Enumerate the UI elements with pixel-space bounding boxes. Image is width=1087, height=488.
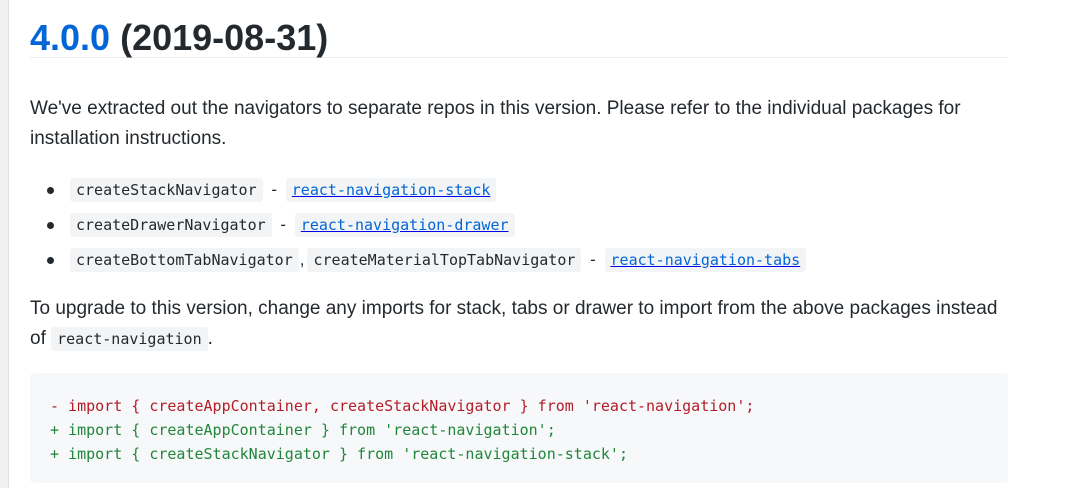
separator: - [590, 250, 596, 269]
blockquote-left-border [0, 0, 9, 488]
bullet-icon [47, 187, 54, 194]
navigator-code: createDrawerNavigator [70, 213, 272, 237]
package-list: createStackNavigator - react-navigation-… [30, 174, 807, 279]
package-link[interactable]: react-navigation-stack [285, 178, 497, 202]
bullet-icon [47, 257, 54, 264]
package-link[interactable]: react-navigation-tabs [604, 248, 807, 272]
upgrade-period: . [207, 328, 213, 349]
diff-line-removed: - import { createAppContainer, createSta… [50, 397, 755, 415]
version-link[interactable]: 4.0.0 [30, 17, 110, 58]
release-date: (2019-08-31) [120, 17, 329, 58]
package-code: react-navigation [51, 327, 208, 351]
separator: - [280, 215, 287, 234]
separator: - [271, 180, 278, 199]
release-notes: 4.0.0 (2019-08-31) We've extracted out t… [30, 0, 1008, 483]
package-link[interactable]: react-navigation-drawer [294, 213, 515, 237]
release-heading: 4.0.0 (2019-08-31) [30, 0, 1008, 58]
list-item: createStackNavigator - react-navigation-… [30, 174, 806, 209]
navigator-code: createMaterialTopTabNavigator [307, 248, 582, 272]
navigator-code: createBottomTabNavigator [70, 248, 299, 272]
diff-line-added: + import { createStackNavigator } from '… [50, 445, 628, 463]
list-item: createBottomTabNavigator, createMaterialT… [30, 244, 807, 279]
navigator-code: createStackNavigator [70, 178, 263, 202]
diff-line-added: + import { createAppContainer } from 're… [50, 421, 556, 439]
intro-paragraph: We've extracted out the navigators to se… [30, 98, 961, 149]
bullet-icon [47, 222, 54, 229]
diff-code-block: - import { createAppContainer, createSta… [30, 373, 1008, 483]
upgrade-paragraph: To upgrade to this version, change any i… [30, 294, 1008, 354]
list-item: createDrawerNavigator - react-navigation… [30, 209, 806, 244]
